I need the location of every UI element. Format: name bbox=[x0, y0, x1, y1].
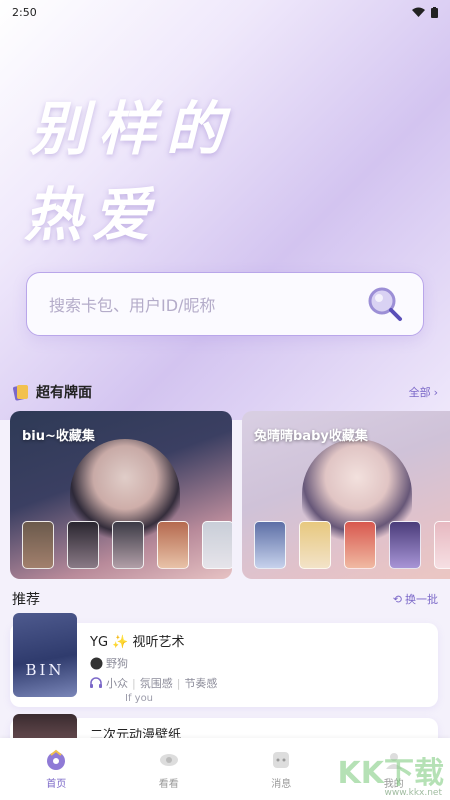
slogan-line-1: 别样的 bbox=[30, 95, 235, 163]
avatar bbox=[90, 657, 103, 669]
collection-card-title: biu~收藏集 bbox=[22, 429, 95, 444]
wifi-icon bbox=[412, 7, 425, 17]
collection-card[interactable]: 兔晴晴baby收藏集 bbox=[242, 411, 450, 579]
collections-more-link[interactable]: 全部 › bbox=[409, 384, 438, 400]
card-thumbnail bbox=[202, 521, 232, 569]
slogan-line-2: 热爱 bbox=[24, 181, 161, 249]
refresh-label[interactable]: 换一批 bbox=[405, 591, 438, 607]
tag: 氛围感 bbox=[139, 677, 173, 690]
card-thumbnail bbox=[112, 521, 144, 569]
card-thumbnail bbox=[344, 521, 376, 569]
item-cover: BIN bbox=[13, 613, 77, 697]
watermark: KK下载 bbox=[337, 756, 445, 791]
item-title: YG ✨ 视听艺术 bbox=[90, 635, 185, 650]
tab-label: 首页 bbox=[46, 778, 67, 790]
tab-label: 消息 bbox=[271, 778, 292, 790]
card-thumbnail bbox=[22, 521, 54, 569]
item-author: 野狗 bbox=[90, 655, 128, 671]
status-bar: 2:50 bbox=[0, 0, 450, 24]
headphones-icon bbox=[90, 677, 102, 688]
tab-home[interactable]: 首页 bbox=[16, 749, 96, 790]
list-item[interactable]: BIN YG ✨ 视听艺术 野狗 小众 | 氛围感 | 节奏感 If you bbox=[10, 613, 438, 707]
message-icon bbox=[273, 751, 290, 768]
tag: 小众 bbox=[106, 677, 128, 690]
recommend-header: 推荐 ⟲ 换一批 bbox=[12, 589, 438, 609]
collection-carousel[interactable]: biu~收藏集 兔晴晴baby收藏集 bbox=[10, 411, 450, 581]
collections-header: 超有牌面 全部 › bbox=[12, 382, 438, 402]
card-thumbnail bbox=[157, 521, 189, 569]
item-song: If you bbox=[125, 693, 154, 704]
author-name: 野狗 bbox=[106, 657, 128, 670]
cover-text: BIN bbox=[25, 661, 65, 679]
card-thumbnails bbox=[22, 521, 232, 569]
card-thumbnail bbox=[67, 521, 99, 569]
search-bar[interactable]: 搜索卡包、用户ID/昵称 bbox=[26, 272, 424, 336]
item-tags: 小众 | 氛围感 | 节奏感 bbox=[90, 675, 217, 691]
card-thumbnail bbox=[434, 521, 450, 569]
chevron-right-icon: › bbox=[433, 385, 438, 399]
collection-card[interactable]: biu~收藏集 bbox=[10, 411, 232, 579]
tab-messages[interactable]: 消息 bbox=[241, 749, 321, 790]
card-thumbnails bbox=[254, 521, 450, 569]
card-thumbnail bbox=[299, 521, 331, 569]
watermark-url: www.kkx.net bbox=[384, 788, 443, 798]
battery-icon bbox=[431, 6, 438, 18]
status-time: 2:50 bbox=[12, 5, 37, 19]
collection-card-title: 兔晴晴baby收藏集 bbox=[254, 429, 368, 444]
refresh-button[interactable]: ⟲ 换一批 bbox=[393, 591, 438, 607]
tab-label: 看看 bbox=[158, 778, 179, 790]
tag: 节奏感 bbox=[184, 677, 218, 690]
search-icon[interactable] bbox=[365, 284, 405, 324]
search-input[interactable]: 搜索卡包、用户ID/昵称 bbox=[49, 292, 365, 316]
refresh-icon: ⟲ bbox=[392, 592, 402, 606]
recommend-title: 推荐 bbox=[12, 592, 40, 608]
collections-title: 超有牌面 bbox=[36, 385, 92, 401]
collections-more-label[interactable]: 全部 bbox=[409, 384, 431, 400]
cards-icon bbox=[13, 385, 28, 401]
tab-browse[interactable]: 看看 bbox=[129, 749, 209, 790]
eye-icon bbox=[159, 753, 178, 766]
card-thumbnail bbox=[389, 521, 421, 569]
home-icon bbox=[47, 749, 66, 770]
card-thumbnail bbox=[254, 521, 286, 569]
status-icons bbox=[412, 6, 438, 18]
